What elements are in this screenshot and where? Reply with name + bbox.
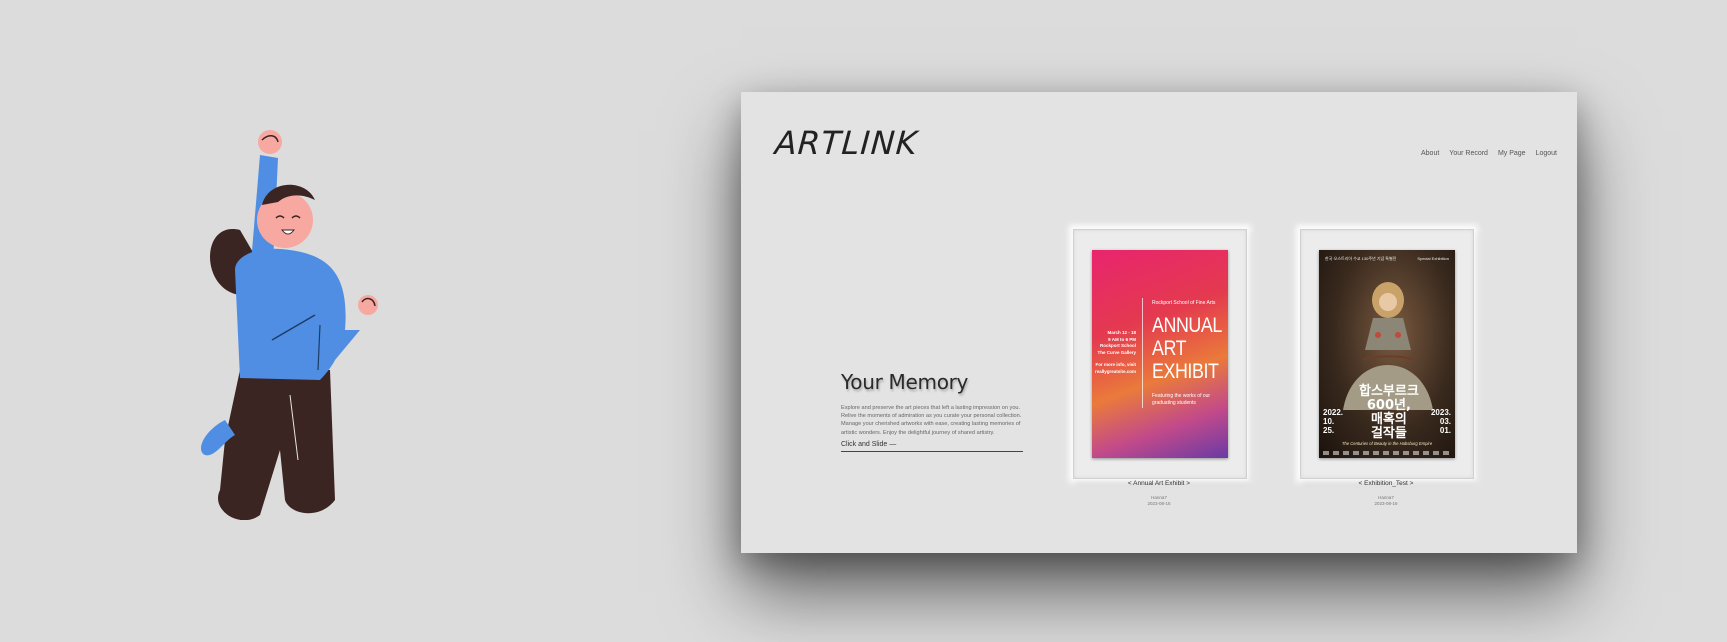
poster-divider xyxy=(1142,298,1143,408)
artwork-meta-2: Hanna7 2023-08-16 xyxy=(1300,495,1472,507)
poster-habsburg-exhibition: 한국·오스트리아 수교 130주년 기념 특별전 Special Exhibit… xyxy=(1319,250,1455,458)
poster-annual-art-exhibit: Rockport School of Fine Arts March 12 - … xyxy=(1092,250,1228,458)
poster-end-date: 2023. 03. 01. xyxy=(1430,408,1451,435)
poster-title: ANNUAL ART EXHIBIT xyxy=(1152,314,1222,383)
artwork-title-1[interactable]: < Annual Art Exhibit > xyxy=(1073,480,1245,487)
poster-dates: March 12 - 18 9 AM to 6 PM Rockport Scho… xyxy=(1094,330,1136,374)
artlink-logo[interactable]: ARTLINK xyxy=(774,124,920,162)
artlink-app-window: ARTLINK About Your Record My Page Logout… xyxy=(741,92,1577,553)
poster-english-subtitle: The Centuries of Beauty in the Habsburg … xyxy=(1341,441,1433,446)
artwork-date-2: 2023-08-16 xyxy=(1374,501,1398,506)
nav-about[interactable]: About xyxy=(1421,150,1439,157)
artwork-title-2[interactable]: < Exhibition_Test > xyxy=(1300,480,1472,487)
top-nav: About Your Record My Page Logout xyxy=(1421,150,1557,157)
artwork-frame-2[interactable]: 한국·오스트리아 수교 130주년 기념 특별전 Special Exhibit… xyxy=(1300,229,1474,479)
intro-description: Explore and preserve the art pieces that… xyxy=(841,405,1022,436)
artwork-date-1: 2023-08-16 xyxy=(1147,501,1171,506)
poster-subtitle: Featuring the works of our graduating st… xyxy=(1152,393,1211,406)
page-title: Your Memory xyxy=(841,370,969,394)
artwork-frame-1[interactable]: Rockport School of Fine Arts March 12 - … xyxy=(1073,229,1247,479)
poster-korean-title: 합스부르크 600년, 매혹의 걸작들 xyxy=(1359,384,1419,441)
poster-school: Rockport School of Fine Arts xyxy=(1152,300,1216,306)
artwork-meta-1: Hanna7 2023-08-16 xyxy=(1073,495,1245,507)
poster-start-date: 2022. 10. 25. xyxy=(1323,408,1344,435)
click-and-slide-link[interactable]: Click and Slide — xyxy=(841,441,1023,452)
intro-section: Your Memory Explore and preserve the art… xyxy=(841,370,1023,452)
nav-logout[interactable]: Logout xyxy=(1536,150,1557,157)
nav-my-page[interactable]: My Page xyxy=(1498,150,1526,157)
poster-sponsor-strip xyxy=(1323,451,1451,455)
nav-your-record[interactable]: Your Record xyxy=(1449,150,1488,157)
jumping-girl-illustration xyxy=(180,120,440,521)
